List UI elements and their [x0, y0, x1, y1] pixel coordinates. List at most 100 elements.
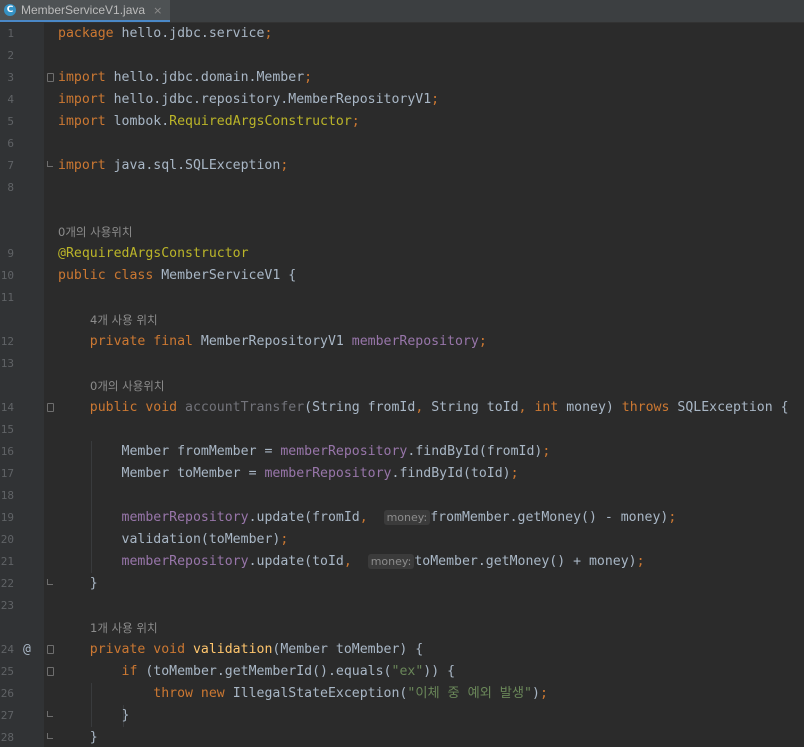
code-text: memberRepository.update(fromId, money: fr… — [58, 507, 676, 529]
exception-call: IllegalStateException( — [224, 686, 408, 701]
keyword: private final — [89, 334, 193, 349]
parameter-hint: money: — [367, 554, 415, 569]
keyword: import — [58, 114, 106, 129]
line-number: 26 — [0, 687, 14, 700]
comma: , — [359, 510, 368, 525]
fold-icon[interactable] — [47, 667, 54, 676]
keyword: throws — [621, 400, 670, 415]
line-number: 20 — [0, 533, 14, 546]
code-line: 26 throw new IllegalStateException("이체 중… — [0, 683, 804, 705]
call: .findById(toId) — [391, 466, 511, 481]
code-line: 19 memberRepository.update(fromId, money… — [0, 507, 804, 529]
code-text: if (toMember.getMemberId().equals("ex"))… — [58, 661, 456, 683]
line-number: 11 — [0, 291, 14, 304]
semicolon: ; — [280, 532, 289, 547]
code-line: 20 validation(toMember); — [0, 529, 804, 551]
line-number: 15 — [0, 423, 14, 436]
usage-hint-account-transfer[interactable]: 0개의 사용위치 — [90, 375, 164, 397]
closing-brace: } — [89, 576, 98, 591]
line-number: 28 — [0, 731, 14, 744]
fold-icon[interactable] — [47, 403, 54, 412]
keyword: public void — [89, 400, 178, 415]
code-line: 12 private final MemberRepositoryV1 memb… — [0, 331, 804, 353]
annotation-name: RequiredArgsConstructor — [169, 114, 352, 129]
fold-end-icon[interactable] — [47, 733, 54, 742]
line-number: 18 — [0, 489, 14, 502]
semicolon: ; — [510, 466, 519, 481]
method-name: accountTransfer — [177, 400, 305, 415]
call-args: fromMember.getMoney() - money) — [430, 510, 669, 525]
code-line: 1 package hello.jdbc.service; — [0, 23, 804, 45]
code-line: 18 — [0, 485, 804, 507]
line-number: 6 — [7, 137, 14, 150]
code-text: validation(toMember); — [58, 529, 289, 551]
line-number: 27 — [0, 709, 14, 722]
usage-hint-field[interactable]: 4개 사용 위치 — [90, 309, 158, 331]
code-line: 4 import hello.jdbc.repository.MemberRep… — [0, 89, 804, 111]
code-text: } — [58, 727, 98, 747]
call: validation(toMember) — [121, 532, 281, 547]
keyword: if — [121, 664, 138, 679]
call: .update(toId — [248, 554, 344, 569]
line-number: 17 — [0, 467, 14, 480]
code-line: 11 — [0, 287, 804, 309]
semicolon: ; — [636, 554, 645, 569]
semicolon: ; — [542, 444, 551, 459]
tab-member-service-v1[interactable]: C MemberServiceV1.java × — [0, 0, 171, 22]
code-editor[interactable]: 1 package hello.jdbc.service; 2 3 import… — [0, 23, 804, 747]
keyword: package — [58, 26, 114, 41]
parameter-hint: money: — [383, 510, 431, 525]
code-text: @RequiredArgsConstructor — [58, 243, 249, 265]
code-text: } — [58, 705, 130, 727]
annotation: @RequiredArgsConstructor — [58, 246, 249, 261]
field-name: memberRepository — [280, 444, 408, 459]
exception-type: SQLException { — [669, 400, 789, 415]
java-class-icon: C — [4, 4, 16, 16]
code-text: memberRepository.update(toId, money: toMe… — [58, 551, 645, 573]
closing-brace: } — [121, 708, 130, 723]
fold-end-icon[interactable] — [47, 711, 54, 720]
field-name: memberRepository — [264, 466, 392, 481]
code-line: 16 Member fromMember = memberRepository.… — [0, 441, 804, 463]
type-name: MemberRepositoryV1 — [192, 334, 352, 349]
code-line: 23 — [0, 595, 804, 617]
code-line: 2 — [0, 45, 804, 67]
call: .findById(fromId) — [407, 444, 543, 459]
line-number: 13 — [0, 357, 14, 370]
line-number: 3 — [7, 71, 14, 84]
code-line: 6 — [0, 133, 804, 155]
line-number: 9 — [7, 247, 14, 260]
line-number: 19 — [0, 511, 14, 524]
field-name: memberRepository — [121, 554, 249, 569]
line-number: 16 — [0, 445, 14, 458]
code-line: 7 import java.sql.SQLException; — [0, 155, 804, 177]
code-text: public class MemberServiceV1 { — [58, 265, 296, 287]
code-text: import hello.jdbc.domain.Member; — [58, 67, 312, 89]
param-text: String toId — [423, 400, 519, 415]
annotation-marker-icon[interactable]: @ — [23, 639, 31, 661]
code-line: 3 import hello.jdbc.domain.Member; — [0, 67, 804, 89]
code-text: } — [58, 573, 98, 595]
usage-hint-class[interactable]: 0개의 사용위치 — [58, 221, 132, 243]
code-text: private void validation(Member toMember)… — [58, 639, 423, 661]
line-number: 8 — [7, 181, 14, 194]
line-number: 10 — [0, 269, 14, 282]
fold-end-icon[interactable] — [47, 579, 54, 588]
code-text: import java.sql.SQLException; — [58, 155, 288, 177]
fold-icon[interactable] — [47, 73, 54, 82]
line-number: 14 — [0, 401, 14, 414]
close-icon[interactable]: × — [153, 4, 162, 17]
semicolon: ; — [478, 334, 487, 349]
declaration: Member fromMember = — [121, 444, 281, 459]
code-text: import hello.jdbc.repository.MemberRepos… — [58, 89, 439, 111]
usage-hint-validation[interactable]: 1개 사용 위치 — [90, 617, 158, 639]
fold-end-icon[interactable] — [47, 161, 54, 170]
import-path: hello.jdbc.repository.MemberRepositoryV1 — [105, 92, 432, 107]
param-text: (Member toMember) { — [272, 642, 424, 657]
code-line: 8 — [0, 177, 804, 199]
fold-icon[interactable] — [47, 645, 54, 654]
semicolon: ; — [539, 686, 548, 701]
condition: (toMember.getMemberId().equals( — [137, 664, 392, 679]
code-line: 24 @ private void validation(Member toMe… — [0, 639, 804, 661]
code-text: Member toMember = memberRepository.findB… — [58, 463, 519, 485]
